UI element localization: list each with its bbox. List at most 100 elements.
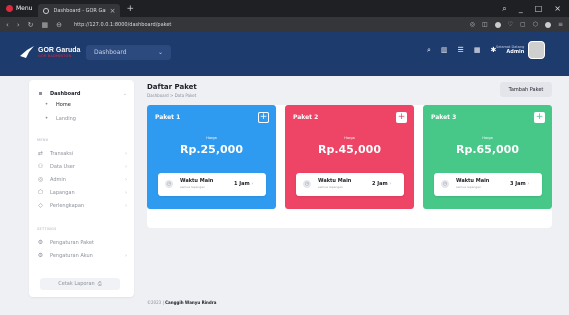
sidebar-item-lapangan[interactable]: ⬠ Lapangan › (37, 189, 127, 196)
chevron-down-icon: ⌄ (122, 90, 127, 97)
sidebar-item-landing[interactable]: • Landing (43, 115, 133, 122)
add-icon[interactable]: + (534, 112, 545, 123)
sidebar-item-label: Landing (56, 115, 76, 122)
clock-icon: ◷ (165, 180, 173, 188)
user-text: Selamat Datang Admin (496, 45, 524, 55)
brand-logo[interactable]: GOR Garuda GOR BADMINTON (20, 46, 80, 58)
tab-favicon-icon (43, 7, 50, 14)
play-time-subtitle: semua lapangan (456, 185, 481, 189)
chevron-right-icon: › (389, 181, 392, 187)
account-settings-icon: ⚙ (37, 252, 44, 259)
grid-icon[interactable]: ▦ (474, 46, 481, 55)
extensions-icon[interactable]: ⬡ (533, 21, 538, 28)
package-price: Rp.65,000 (456, 143, 519, 156)
browser-menu-button[interactable]: Menu (0, 0, 38, 17)
play-time-value: 2 Jam › (372, 181, 391, 187)
close-window-button[interactable]: × (554, 4, 561, 14)
sidebar-item-pengaturan-akun[interactable]: ⚙ Pengaturan Akun › (37, 252, 127, 259)
profile-icon[interactable] (544, 21, 551, 28)
sidebar-item-label: Home (56, 101, 71, 108)
chevron-right-icon: › (527, 181, 530, 187)
chevron-right-icon: › (251, 181, 254, 187)
garuda-logo-icon (20, 46, 34, 58)
tab-title: Dashboard - GOR Garuda (53, 7, 106, 14)
sidebar-item-home[interactable]: • Home (43, 101, 133, 108)
play-time-subtitle: semua lapangan (318, 185, 343, 189)
sidebar-item-label: Pengaturan Akun (50, 252, 93, 259)
clock-icon: ◷ (303, 180, 311, 188)
browser-tab-bar: Menu Dashboard - GOR Garuda × + ⌕ _ □ × (0, 0, 569, 17)
stats-icon[interactable]: ▥ (441, 46, 448, 55)
sidebar-item-label: Perlengkapan (50, 202, 85, 209)
speed-dial-icon[interactable]: ▦ (42, 21, 49, 29)
user-name: Admin (506, 49, 525, 55)
play-time-subtitle: semua lapangan (180, 185, 205, 189)
dropdown-label: Dashboard (94, 49, 127, 56)
package-card-2: Paket 2 + Harga Rp.45,000 ◷ Waktu Main s… (285, 105, 414, 209)
sidebar-item-dashboard[interactable]: ▪ Dashboard ⌄ (37, 90, 127, 97)
add-icon[interactable]: + (258, 112, 269, 123)
new-tab-button[interactable]: + (126, 4, 134, 14)
add-icon[interactable]: + (396, 112, 407, 123)
wallet-icon[interactable]: ▢ (520, 21, 526, 28)
sidebar-item-label: Admin (50, 176, 66, 183)
footer-year: ©2023 (147, 300, 162, 305)
easy-setup-icon[interactable]: ≡ (558, 21, 563, 28)
header-icons: ⌕ ▥ ☰ ▦ ✱ (427, 46, 496, 55)
search-icon[interactable]: ⌕ (427, 46, 431, 55)
bullet-icon: • (44, 115, 49, 122)
sidebar-item-data-user[interactable]: ⚇ Data User › (37, 163, 127, 170)
package-name: Paket 2 (293, 114, 319, 121)
shield-icon[interactable] (494, 21, 501, 28)
back-icon[interactable]: ‹ (6, 21, 9, 29)
price-label: Harga (482, 136, 493, 140)
chevron-down-icon: ⌄ (157, 49, 163, 56)
sidebar: ▪ Dashboard ⌄ • Home • Landing MENU ⇄ Tr… (29, 80, 134, 297)
sidebar-item-label: Pengaturan Paket (50, 239, 94, 246)
maximize-button[interactable]: □ (535, 4, 543, 14)
opera-logo-icon (6, 5, 13, 12)
play-time-value: 3 Jam › (510, 181, 529, 187)
camera-icon[interactable]: ◎ (470, 21, 475, 28)
avatar[interactable] (528, 41, 546, 59)
play-time-box: ◷ Waktu Main semua lapangan 2 Jam › (296, 173, 404, 196)
sidebar-item-transaksi[interactable]: ⇄ Transaksi › (37, 150, 127, 157)
minimize-button[interactable]: _ (519, 4, 523, 14)
page-title: Daftar Paket (147, 83, 197, 91)
price-label: Harga (206, 136, 217, 140)
chevron-right-icon: › (125, 189, 127, 196)
site-info-icon[interactable]: ⊖ (56, 21, 62, 29)
sidebar-item-perlengkapan[interactable]: ◇ Perlengkapan › (37, 202, 127, 209)
play-time-title: Waktu Main (180, 178, 214, 184)
sidebar-item-pengaturan-paket[interactable]: ⚙ Pengaturan Paket (37, 239, 127, 246)
package-name: Paket 3 (431, 114, 457, 121)
footer-author: Canggih Wanyu Rindra (165, 300, 217, 305)
add-package-button[interactable]: Tambah Paket (500, 82, 552, 97)
user-menu[interactable]: Selamat Datang Admin (496, 41, 546, 59)
bullet-icon: • (44, 101, 49, 108)
browser-tab[interactable]: Dashboard - GOR Garuda × (38, 4, 121, 17)
forward-icon[interactable]: › (17, 21, 20, 29)
menu-caption: MENU (37, 138, 49, 142)
chevron-right-icon: › (125, 150, 127, 157)
reload-icon[interactable]: ↻ (28, 21, 34, 29)
url-field[interactable]: http://127.0.0.1:8000/dashboard/paket (74, 22, 171, 28)
search-tabs-icon[interactable]: ⌕ (502, 4, 506, 14)
dashboard-dropdown[interactable]: Dashboard ⌄ (86, 45, 171, 60)
package-price: Rp.45,000 (318, 143, 381, 156)
heart-icon[interactable]: ♡ (508, 21, 513, 28)
settings-caption: SETTINGS (37, 227, 57, 231)
print-report-button[interactable]: Cetak Laporan ⎙ (40, 278, 120, 290)
sidebar-item-admin[interactable]: ◎ Admin › (37, 176, 127, 183)
tab-close-icon[interactable]: × (110, 7, 116, 15)
play-time-box: ◷ Waktu Main semua lapangan 3 Jam › (434, 173, 542, 196)
package-card-1: Paket 1 + Harga Rp.25,000 ◷ Waktu Main s… (147, 105, 276, 209)
sidebar-item-label: Data User (50, 163, 75, 170)
breadcrumb: Dashboard > Data Paket (147, 93, 197, 98)
printer-icon: ⎙ (97, 281, 102, 287)
snapshot-icon[interactable]: ◫ (482, 21, 488, 28)
brand-subtitle: GOR BADMINTON (38, 53, 72, 58)
duration-value: 2 Jam (372, 181, 388, 187)
sidebar-item-label: Transaksi (50, 150, 74, 157)
list-icon[interactable]: ☰ (458, 46, 464, 55)
